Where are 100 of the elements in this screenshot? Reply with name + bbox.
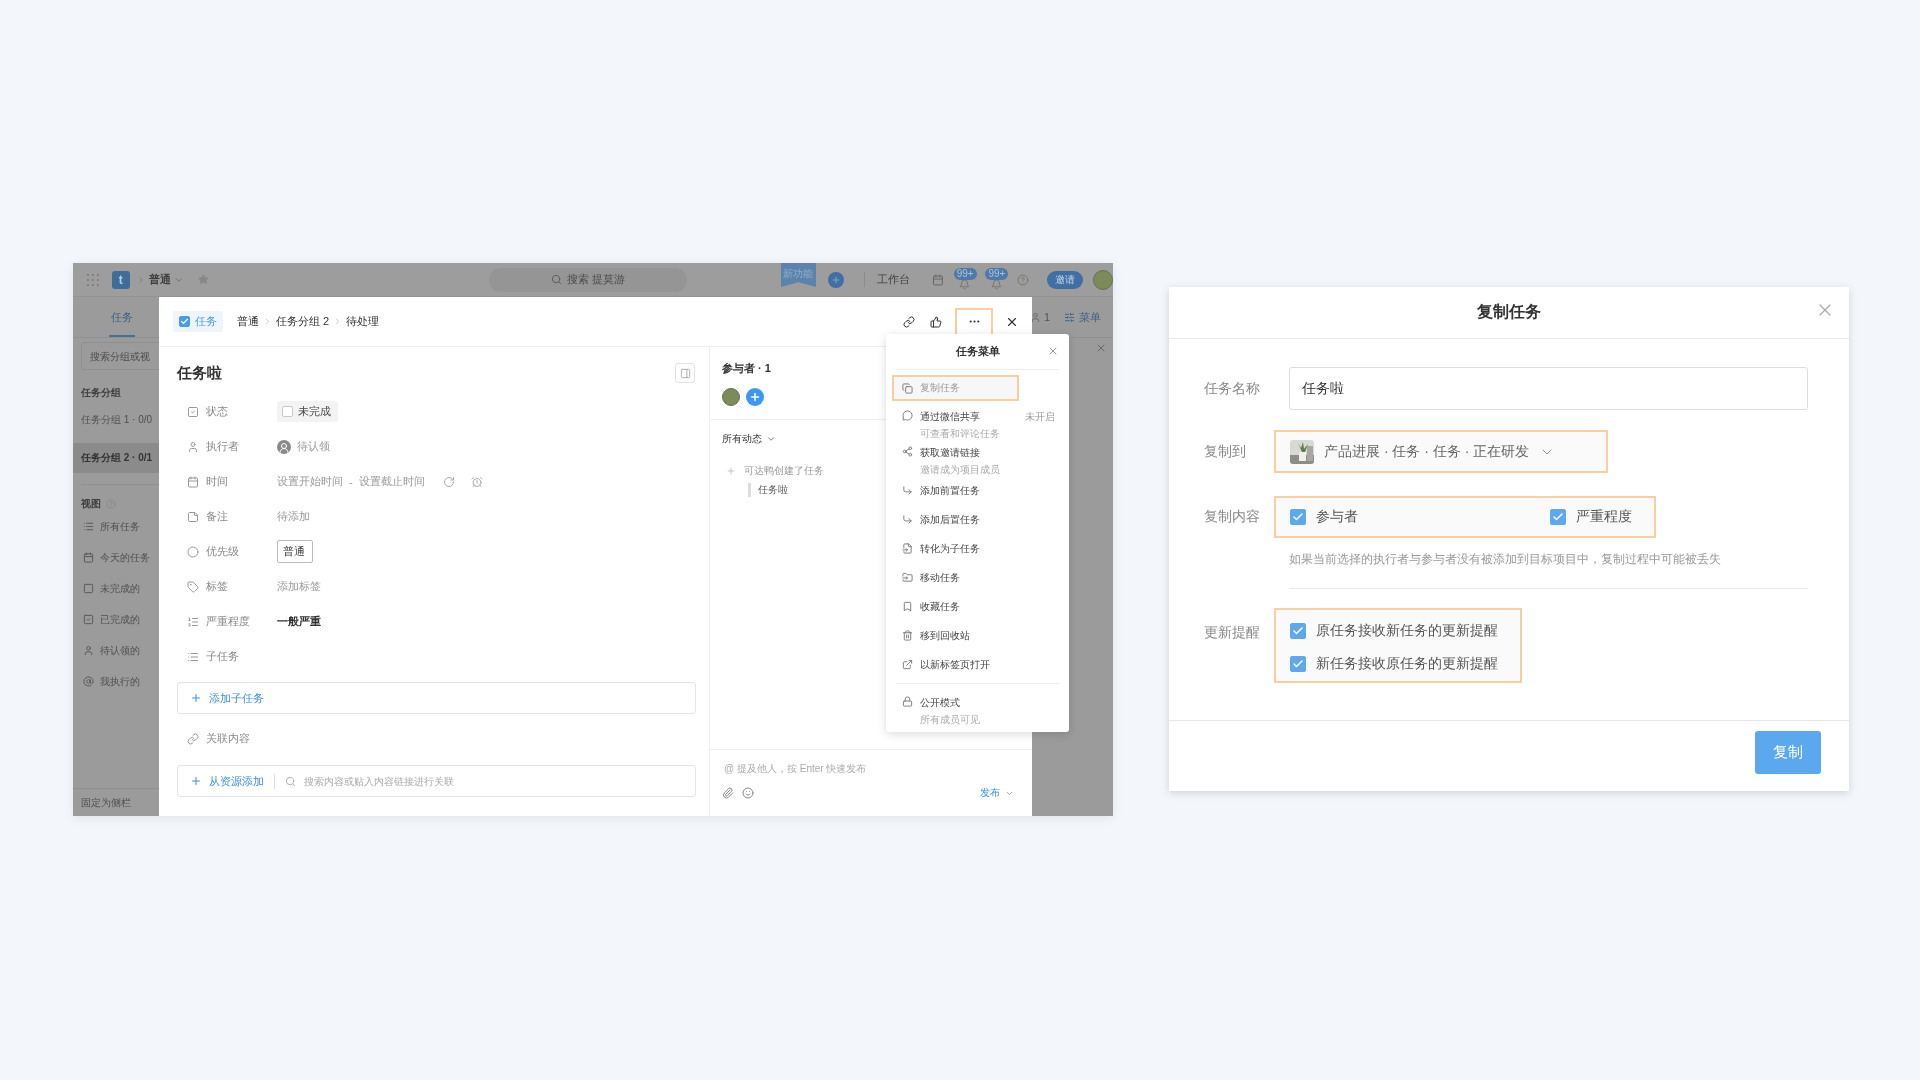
option-label: 严重程度 (1576, 508, 1632, 526)
section-title: 视图 (81, 497, 101, 511)
list-icon (83, 521, 94, 532)
sidebar-search-field[interactable]: 搜索分组或视 (81, 342, 159, 370)
user-avatar[interactable] (1093, 269, 1113, 290)
option-label: 原任务接收新任务的更新提醒 (1316, 622, 1498, 640)
chat-bubble-icon (902, 410, 913, 421)
field-label: 执行者 (206, 439, 239, 454)
user-icon (83, 645, 94, 656)
repeat-icon[interactable] (442, 475, 455, 488)
add-subtask-button[interactable]: 添加子任务 (177, 682, 696, 714)
field-label: 状态 (206, 404, 228, 419)
checkbox[interactable] (1290, 509, 1306, 525)
panel-toggle-button[interactable] (675, 363, 695, 383)
plus-icon (749, 391, 761, 403)
participants-title: 参与者 · 1 (722, 361, 772, 376)
view-item[interactable]: 待认领的 (73, 635, 159, 666)
view-item[interactable]: 我执行的 (73, 666, 159, 697)
target-select[interactable]: 产品进展 · 任务 · 任务 · 正在研发 (1274, 430, 1608, 473)
add-button[interactable] (828, 271, 844, 288)
invite-button[interactable]: 邀请 (1047, 270, 1083, 289)
add-from-resource-button[interactable]: 从资源添加 (190, 773, 275, 789)
checked-square-icon (187, 405, 199, 418)
paperclip-icon[interactable] (722, 787, 734, 799)
menu-title: 任务菜单 (955, 344, 1000, 359)
task-type-tag[interactable]: 任务 (173, 311, 223, 332)
check-icon (1292, 625, 1304, 637)
help-icon[interactable] (1017, 273, 1029, 286)
lock-icon (902, 696, 913, 707)
workbench-link[interactable]: 工作台 (863, 272, 910, 287)
field-label: 关联内容 (206, 731, 250, 746)
plus-icon (726, 466, 736, 476)
member-count[interactable]: 1 (1029, 311, 1050, 323)
bookmark-icon (902, 601, 913, 612)
calendar-icon[interactable] (931, 273, 944, 286)
panel-icon (679, 367, 691, 379)
related-search-input[interactable]: 搜索内容或贴入内容链接进行关联 (302, 774, 691, 788)
menu-item-status: 未开启 (1025, 410, 1055, 424)
field-label: 任务名称 (1204, 379, 1261, 398)
tab[interactable]: 任务 (109, 310, 135, 337)
field-label: 标签 (206, 579, 228, 594)
smile-icon[interactable] (742, 787, 754, 799)
breadcrumb-link[interactable]: 待处理 (346, 314, 380, 329)
add-participant-button[interactable] (746, 388, 764, 406)
publish-button[interactable]: 发布 (974, 785, 1020, 801)
comment-field[interactable]: @ 提及他人，按 Enter 快速发布 (722, 760, 1020, 776)
task-name-field[interactable]: 任务啦 (1289, 367, 1808, 410)
field-label: 子任务 (206, 649, 239, 664)
checkbox[interactable] (1290, 623, 1306, 639)
external-link-icon (902, 659, 913, 670)
field-label: 更新提醒 (1204, 624, 1261, 642)
sliders-icon (1064, 311, 1075, 323)
task-checkbox[interactable] (179, 316, 190, 327)
dialog-title: 复制任务 (1477, 302, 1541, 322)
view-item[interactable]: 所有任务 (73, 511, 159, 542)
notification-button[interactable]: 99+ (985, 269, 1008, 290)
tag-value[interactable]: 添加标签 (277, 579, 321, 594)
menu-item-description: 所有成员可见 (920, 713, 981, 727)
checkbox[interactable] (1550, 509, 1566, 525)
breadcrumb-link[interactable]: 普通 (237, 314, 259, 329)
menu-toggle[interactable]: 菜单 (1064, 309, 1101, 325)
field-label: 复制内容 (1204, 508, 1261, 526)
view-item[interactable]: 已完成的 (73, 604, 159, 635)
assignee-value[interactable]: 待认领 (297, 439, 330, 454)
file-arrow-icon (902, 543, 913, 554)
section-title: 任务分组 (80, 386, 122, 400)
link-button[interactable] (901, 313, 917, 330)
status-chip[interactable]: 未完成 (277, 401, 338, 422)
note-value[interactable]: 待添加 (277, 509, 310, 524)
close-icon[interactable] (1095, 342, 1107, 354)
search-field[interactable]: 搜索 提莫游 (489, 267, 687, 292)
time-separator: - (349, 475, 353, 488)
bell-icon (990, 278, 1002, 290)
notification-button[interactable]: 99+ (953, 269, 976, 290)
search-icon (550, 274, 562, 285)
group-item[interactable]: 任务分组 1 · 0/0 (73, 405, 159, 435)
app-grid-icon[interactable] (87, 273, 99, 286)
alarm-clock-icon[interactable] (470, 475, 483, 488)
view-item[interactable]: 未完成的 (73, 573, 159, 604)
corner-arrow-icon (902, 485, 913, 496)
activity-filter[interactable]: 所有动态 (722, 432, 776, 446)
start-time-link[interactable]: 设置开始时间 (277, 474, 343, 489)
close-icon (1047, 345, 1059, 357)
participant-avatar[interactable] (722, 388, 740, 406)
end-time-link[interactable]: 设置截止时间 (358, 474, 425, 489)
menu-item[interactable]: 复制任务 (892, 375, 1019, 401)
like-button[interactable] (928, 313, 944, 330)
copy-button[interactable]: 复制 (1755, 731, 1821, 774)
copy-icon (902, 382, 913, 394)
severity-value[interactable]: 一般严重 (277, 614, 321, 629)
status-checkbox[interactable] (282, 406, 293, 417)
breadcrumb-link[interactable]: 任务分组 2 (276, 314, 330, 329)
checkbox[interactable] (1290, 656, 1306, 672)
project-switcher[interactable]: 普通 (149, 272, 185, 287)
menu-item-description: 邀请成为项目成员 (920, 463, 1001, 477)
group-item[interactable]: 任务分组 2 · 0/1 (73, 443, 159, 473)
bell-icon (959, 278, 971, 290)
view-item[interactable]: 今天的任务 (73, 542, 159, 573)
user-icon (1029, 311, 1041, 323)
priority-chip[interactable]: 普通 (277, 540, 313, 563)
